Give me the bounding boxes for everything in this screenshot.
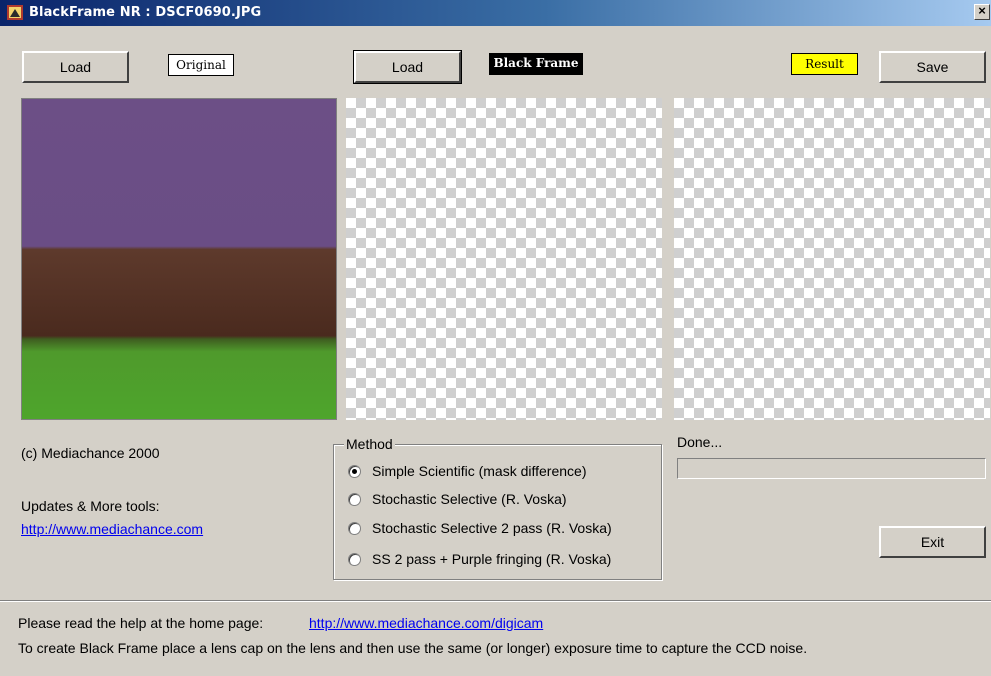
method-option-label: Stochastic Selective 2 pass (R. Voska) bbox=[372, 520, 612, 536]
method-option-label: Simple Scientific (mask difference) bbox=[372, 463, 587, 479]
method-legend: Method bbox=[344, 436, 395, 452]
title-bar[interactable]: BlackFrame NR : DSCF0690.JPG × bbox=[0, 0, 991, 26]
help-link[interactable]: http://www.mediachance.com/digicam bbox=[309, 615, 543, 631]
result-image-preview bbox=[674, 98, 990, 420]
copyright-text: (c) Mediachance 2000 bbox=[21, 445, 160, 461]
load-black-frame-button[interactable]: Load bbox=[353, 50, 462, 84]
close-button[interactable]: × bbox=[974, 4, 990, 20]
radio-icon[interactable] bbox=[348, 493, 361, 506]
original-label: Original bbox=[168, 54, 234, 76]
black-frame-image-preview bbox=[346, 98, 662, 420]
instructions-text: To create Black Frame place a lens cap o… bbox=[18, 640, 808, 656]
mediachance-link[interactable]: http://www.mediachance.com bbox=[21, 521, 203, 537]
black-frame-label: Black Frame bbox=[489, 53, 583, 75]
method-option-label: SS 2 pass + Purple fringing (R. Voska) bbox=[372, 551, 612, 567]
progress-bar bbox=[677, 458, 986, 479]
app-icon bbox=[7, 5, 23, 20]
help-text: Please read the help at the home page: bbox=[18, 615, 264, 631]
radio-selected-icon[interactable] bbox=[348, 465, 361, 478]
updates-label: Updates & More tools: bbox=[21, 498, 160, 514]
save-button[interactable]: Save bbox=[879, 51, 986, 83]
window-title: BlackFrame NR : DSCF0690.JPG bbox=[29, 5, 262, 20]
radio-icon[interactable] bbox=[348, 522, 361, 535]
footer-separator bbox=[0, 600, 991, 602]
original-image-preview bbox=[21, 98, 337, 420]
exit-button[interactable]: Exit bbox=[879, 526, 986, 558]
method-option-label: Stochastic Selective (R. Voska) bbox=[372, 491, 567, 507]
result-label: Result bbox=[791, 53, 858, 75]
load-original-button[interactable]: Load bbox=[22, 51, 129, 83]
close-icon: × bbox=[978, 3, 986, 18]
status-text: Done... bbox=[677, 434, 723, 450]
radio-icon[interactable] bbox=[348, 553, 361, 566]
